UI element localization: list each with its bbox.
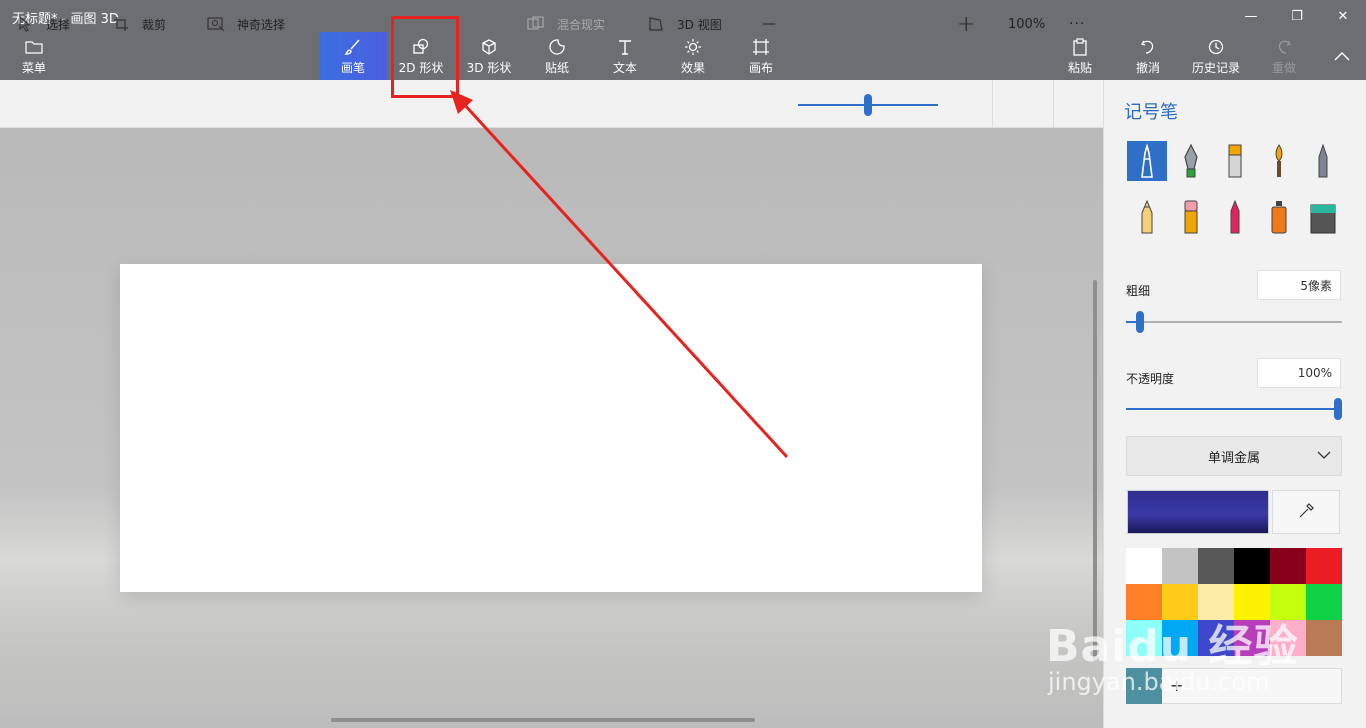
baidu-logo-watermark: Baidu 经验 <box>1046 621 1299 672</box>
watermark-url: jingyan.baidu.com <box>1048 668 1270 696</box>
